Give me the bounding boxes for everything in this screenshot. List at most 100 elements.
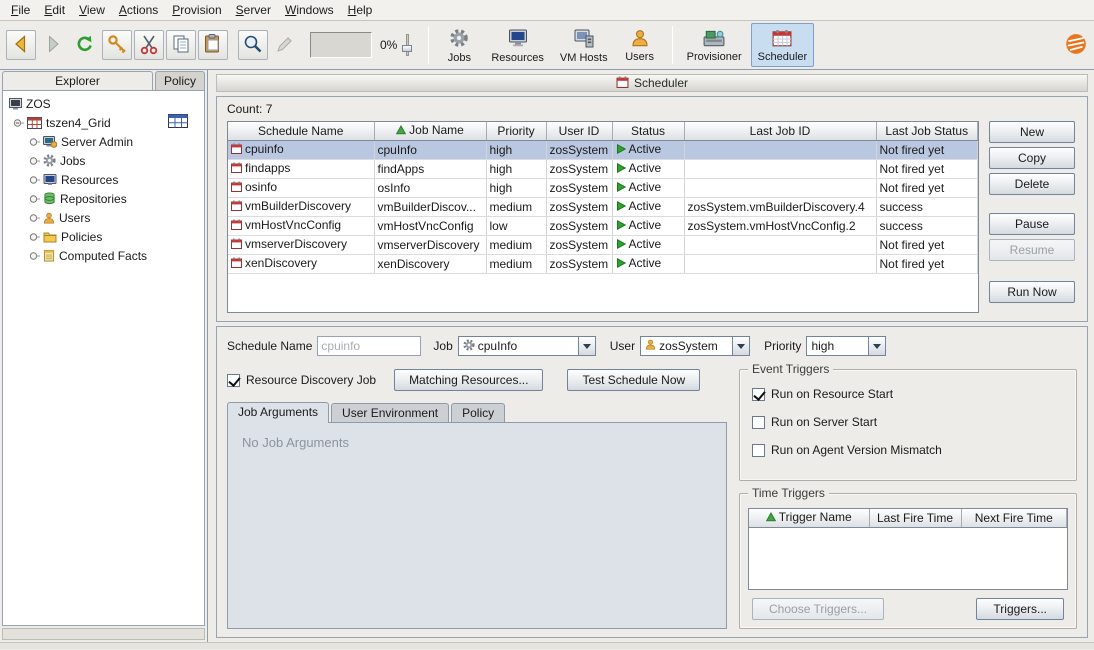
toolbar-provisioner-button[interactable]: Provisioner	[680, 23, 749, 67]
toolbar-vm-hosts-button[interactable]: VM Hosts	[553, 23, 615, 67]
toolbar-scheduler-button[interactable]: Scheduler	[751, 23, 815, 67]
tree-node-server-admin[interactable]: Server Admin	[5, 132, 202, 151]
table-row[interactable]: vmserverDiscoveryvmserverDiscoverymedium…	[228, 235, 978, 254]
expand-handle-icon[interactable]	[29, 175, 40, 185]
tree-node-jobs[interactable]: Jobs	[5, 151, 202, 170]
column-header-last-job-id[interactable]: Last Job ID	[684, 122, 876, 140]
run-on-server-start-checkbox[interactable]	[752, 416, 765, 429]
table-row[interactable]: xenDiscoveryxenDiscoverymediumzosSystemA…	[228, 254, 978, 273]
menu-view[interactable]: View	[72, 1, 112, 19]
tree-node-repositories[interactable]: Repositories	[5, 189, 202, 208]
expand-handle-icon[interactable]	[29, 232, 40, 242]
schedule-name-field[interactable]	[317, 336, 421, 356]
column-header-last-job-status[interactable]: Last Job Status	[876, 122, 978, 140]
calendar-icon	[231, 219, 242, 233]
table-row[interactable]: cpuinfocpuInfohighzosSystemActiveNot fir…	[228, 140, 978, 159]
expand-handle-icon[interactable]	[29, 137, 40, 147]
delete-button[interactable]: Delete	[989, 173, 1075, 195]
expand-handle-icon[interactable]	[29, 156, 40, 166]
column-header-next-fire-time[interactable]: Next Fire Time	[961, 509, 1067, 527]
menu-windows[interactable]: Windows	[278, 1, 341, 19]
matching-resources-button[interactable]: Matching Resources...	[394, 369, 543, 391]
column-header-user-id[interactable]: User ID	[546, 122, 612, 140]
table-row[interactable]: vmHostVncConfigvmHostVncConfiglowzosSyst…	[228, 216, 978, 235]
tab-explorer[interactable]: Explorer	[2, 71, 153, 90]
user-combobox[interactable]: zosSystem	[640, 336, 750, 356]
column-header-priority[interactable]: Priority	[486, 122, 546, 140]
forward-button[interactable]	[38, 30, 68, 60]
search-icon	[242, 33, 264, 58]
toolbar-jobs-button[interactable]: Jobs	[436, 23, 482, 67]
toolbar-resources-button[interactable]: Resources	[484, 23, 551, 67]
tab-user-environment[interactable]: User Environment	[331, 403, 449, 423]
tree-node-computed-facts[interactable]: Computed Facts	[5, 246, 202, 265]
refresh-button[interactable]	[70, 30, 100, 60]
table-cell: zosSystem	[546, 197, 612, 216]
back-button[interactable]	[6, 30, 36, 60]
expand-handle-icon[interactable]	[29, 251, 40, 261]
paste-button[interactable]	[198, 30, 228, 60]
tree-node-resources[interactable]: Resources	[5, 170, 202, 189]
run-on-agent-version-mismatch-label: Run on Agent Version Mismatch	[771, 443, 942, 457]
search-button[interactable]	[238, 30, 268, 60]
tree-node-policies[interactable]: Policies	[5, 227, 202, 246]
sidebar-scrollbar[interactable]	[2, 628, 205, 640]
pause-button[interactable]: Pause	[989, 213, 1075, 235]
cut-button[interactable]	[134, 30, 164, 60]
menu-edit[interactable]: Edit	[37, 1, 72, 19]
menu-help[interactable]: Help	[341, 1, 380, 19]
expand-handle-icon[interactable]	[29, 194, 40, 204]
column-header-last-fire-time[interactable]: Last Fire Time	[869, 509, 961, 527]
menu-server[interactable]: Server	[229, 1, 278, 19]
new-button[interactable]: New	[989, 121, 1075, 143]
copy-button[interactable]: Copy	[989, 147, 1075, 169]
chevron-down-icon[interactable]	[578, 337, 595, 355]
expand-handle-icon[interactable]	[13, 118, 24, 128]
copy-button[interactable]	[166, 30, 196, 60]
table-row[interactable]: vmBuilderDiscoveryvmBuilderDiscov...medi…	[228, 197, 978, 216]
chevron-down-icon[interactable]	[732, 337, 749, 355]
chevron-down-icon[interactable]	[868, 337, 885, 355]
run-on-resource-start-checkbox[interactable]	[752, 388, 765, 401]
priority-label: Priority	[764, 339, 801, 353]
sort-ascending-icon	[396, 124, 406, 138]
status-field	[310, 32, 372, 58]
column-header-schedule-name[interactable]: Schedule Name	[228, 122, 374, 140]
time-triggers-table[interactable]: Trigger Name Last Fire Time Next Fire Ti…	[748, 508, 1068, 590]
machine-icon	[703, 29, 725, 50]
priority-combobox[interactable]: high	[806, 336, 886, 356]
run-on-agent-version-mismatch-checkbox[interactable]	[752, 444, 765, 457]
column-header-job-name[interactable]: Job Name	[374, 122, 486, 140]
column-header-trigger-name[interactable]: Trigger Name	[749, 509, 869, 527]
expand-handle-icon[interactable]	[29, 213, 40, 223]
test-schedule-now-button[interactable]: Test Schedule Now	[567, 369, 700, 391]
menu-file[interactable]: File	[4, 1, 37, 19]
schedule-table[interactable]: Schedule Name Job Name Priority User ID …	[227, 121, 979, 313]
credentials-button[interactable]	[102, 30, 132, 60]
calendar-icon	[616, 76, 629, 91]
column-header-status[interactable]: Status	[612, 122, 684, 140]
menu-provision[interactable]: Provision	[165, 1, 228, 19]
tree-node-users[interactable]: Users	[5, 208, 202, 227]
run-now-button[interactable]: Run Now	[989, 281, 1075, 303]
tab-policy[interactable]: Policy	[155, 71, 205, 90]
table-row[interactable]: findappsfindAppshighzosSystemActiveNot f…	[228, 159, 978, 178]
job-combobox[interactable]: cpuInfo	[458, 336, 596, 356]
monitor-admin-icon	[43, 136, 57, 148]
table-header-row: Schedule Name Job Name Priority User ID …	[228, 122, 978, 140]
table-row[interactable]: osinfoosInfohighzosSystemActiveNot fired…	[228, 178, 978, 197]
table-header-row: Trigger Name Last Fire Time Next Fire Ti…	[749, 509, 1067, 527]
triggers-button[interactable]: Triggers...	[976, 598, 1064, 620]
tree-node-zos[interactable]: ZOS	[5, 94, 202, 113]
resume-button[interactable]: Resume	[989, 239, 1075, 261]
choose-triggers-button[interactable]: Choose Triggers...	[752, 598, 884, 620]
tree-node-grid[interactable]: tszen4_Grid	[5, 113, 202, 132]
tab-job-arguments[interactable]: Job Arguments	[227, 402, 329, 423]
toolbar-users-button[interactable]: Users	[617, 23, 663, 67]
progress-slider[interactable]	[401, 32, 413, 58]
tab-policy[interactable]: Policy	[451, 403, 505, 423]
time-triggers-table-body[interactable]	[749, 528, 1067, 590]
edit-button[interactable]	[270, 30, 300, 60]
menu-actions[interactable]: Actions	[112, 1, 165, 19]
resource-discovery-checkbox[interactable]	[227, 374, 240, 387]
